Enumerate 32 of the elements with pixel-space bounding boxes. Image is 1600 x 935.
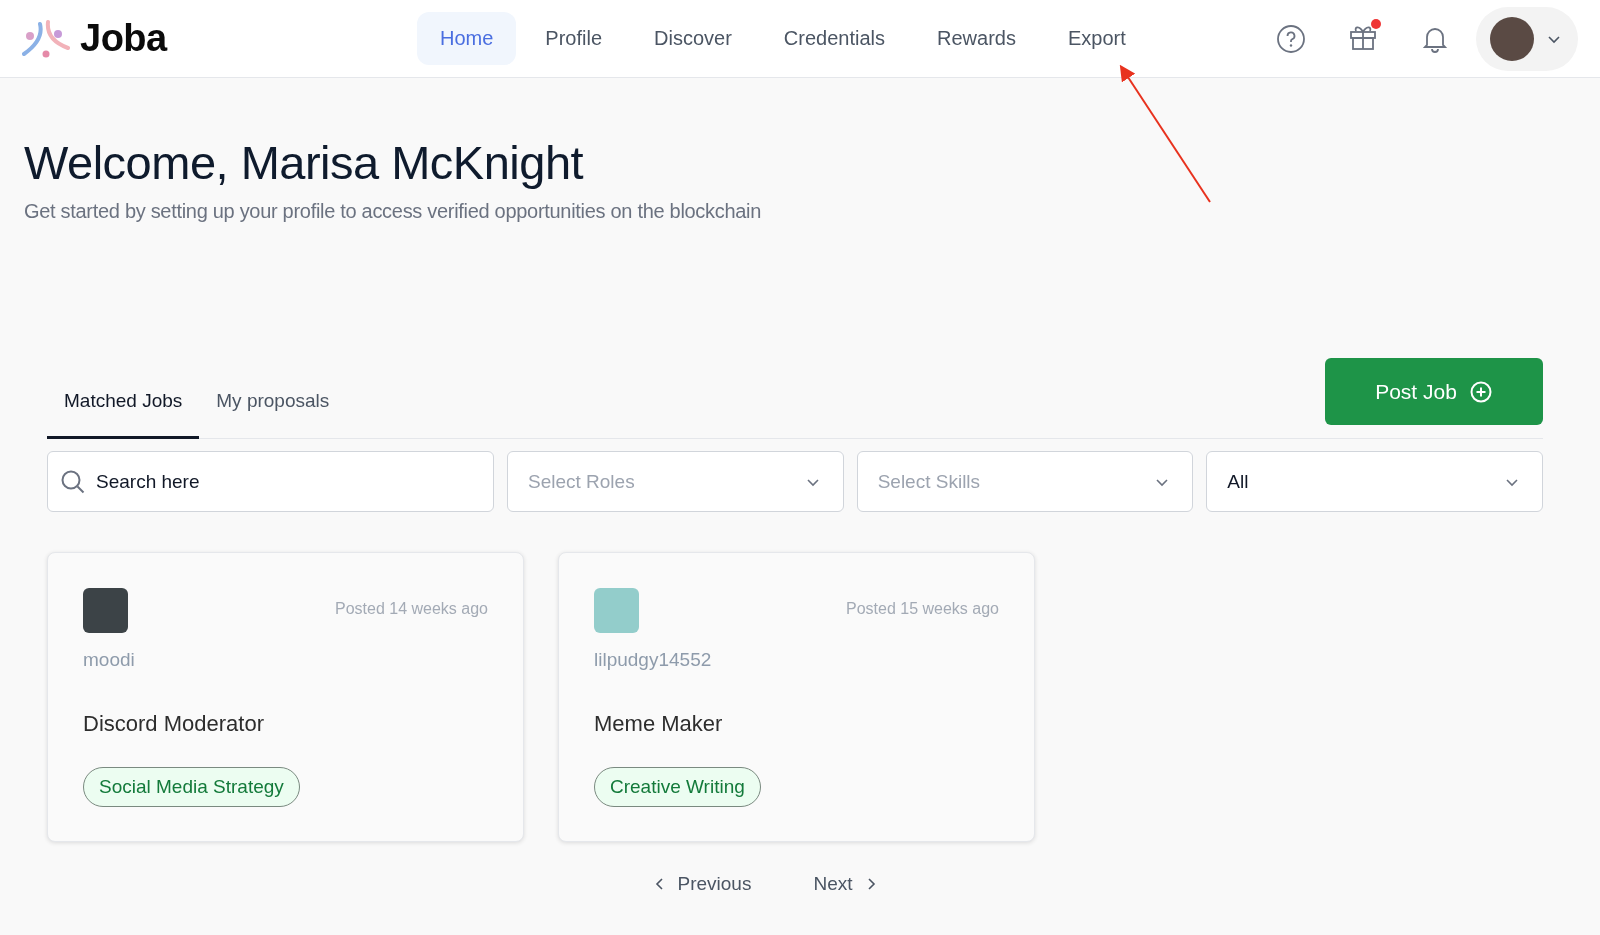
help-icon[interactable] bbox=[1276, 23, 1306, 54]
nav-link[interactable]: Profile bbox=[522, 12, 626, 65]
next-button[interactable]: Next bbox=[807, 872, 883, 896]
logo-icon bbox=[22, 19, 70, 58]
search-icon bbox=[60, 468, 86, 495]
nav-link[interactable]: Rewards bbox=[914, 12, 1039, 65]
welcome-subtitle: Get started by setting up your profile to access verified opportunities on the blockchain bbox=[24, 200, 762, 223]
welcome-heading: Welcome, Marisa McKnight bbox=[24, 135, 584, 190]
brand-name: Joba bbox=[80, 17, 167, 60]
job-title: Discord Moderator bbox=[83, 711, 264, 737]
posted-time: Posted 14 weeks ago bbox=[335, 600, 488, 618]
posted-time: Posted 15 weeks ago bbox=[846, 600, 999, 618]
chevron-left-icon bbox=[653, 877, 666, 891]
poster-name: moodi bbox=[83, 649, 135, 671]
job-card[interactable]: Posted 14 weeks ago moodi Discord Moderator Social Media Strategy bbox=[47, 552, 524, 842]
skill-tag: Creative Writing bbox=[594, 767, 761, 807]
avatar bbox=[1490, 16, 1534, 61]
job-title: Meme Maker bbox=[594, 711, 723, 737]
nav-link[interactable]: Home bbox=[417, 12, 517, 65]
plus-circle-icon bbox=[1468, 379, 1493, 404]
previous-button[interactable]: Previous bbox=[647, 872, 758, 896]
tab[interactable]: My proposals bbox=[199, 390, 347, 439]
post-job-button[interactable]: Post Job bbox=[1325, 358, 1543, 425]
job-card[interactable]: Posted 15 weeks ago lilpudgy14552 Meme Maker Creative Writing bbox=[558, 552, 1035, 842]
select-dropdown[interactable]: All bbox=[1206, 451, 1543, 512]
tab[interactable]: Matched Jobs bbox=[47, 390, 200, 439]
skill-tag: Social Media Strategy bbox=[83, 767, 300, 807]
poster-name: lilpudgy14552 bbox=[594, 649, 712, 671]
search-field[interactable]: Search here bbox=[47, 451, 494, 512]
nav-link[interactable]: Export bbox=[1044, 12, 1149, 65]
nav-link[interactable]: Discover bbox=[631, 12, 755, 65]
nav-link[interactable]: Credentials bbox=[760, 12, 909, 65]
